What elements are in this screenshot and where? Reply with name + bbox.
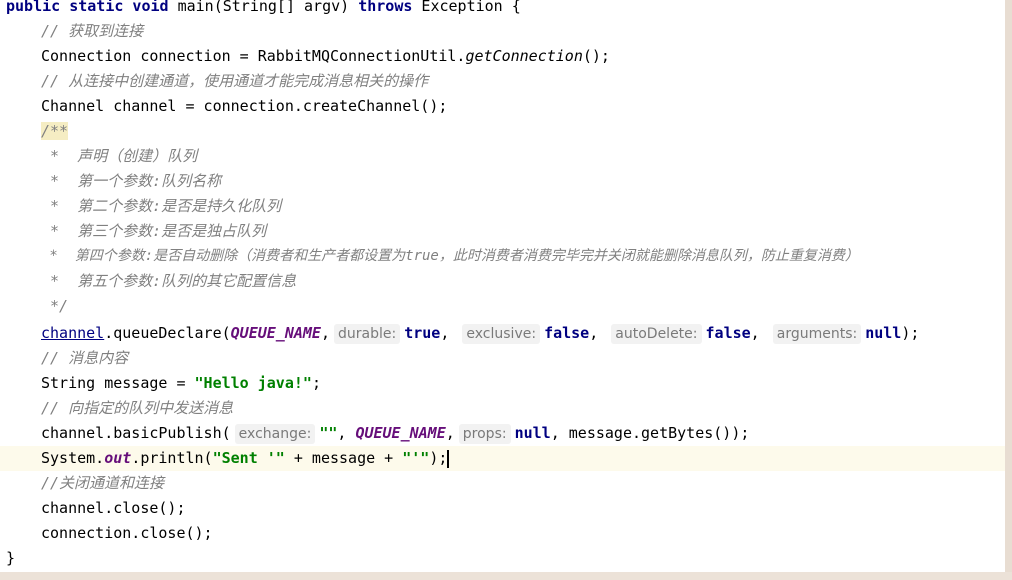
code-line-javadoc-start: /** [41, 119, 1005, 144]
comment-text: //关闭通道和连接 [41, 474, 165, 492]
code-line-comment: // 获取到连接 [41, 19, 1005, 44]
code-editor[interactable]: public static void main(String[] argv) t… [0, 0, 1005, 572]
code-line-create-channel: Channel channel = connection.createChann… [41, 94, 1005, 119]
comment-text: /** [41, 122, 69, 140]
code-line-get-connection: Connection connection = RabbitMQConnecti… [41, 44, 1005, 69]
bottom-edge-background [0, 572, 1012, 580]
keyword: public static void [6, 0, 169, 15]
code-line-println-current[interactable]: System.out.println("Sent '" + message + … [0, 446, 1005, 471]
comment-text: // 从连接中创建通道，使用通道才能完成消息相关的操作 [41, 72, 429, 90]
literal-value: null [865, 324, 902, 342]
comment-text: // 消息内容 [41, 349, 129, 367]
code-text: main(String[] argv) [168, 0, 359, 15]
literal-value: true [404, 324, 441, 342]
code-line-javadoc: * 声明（创建）队列 [41, 144, 1005, 169]
parameter-hint-props: props: [458, 424, 511, 444]
code-line-queue-declare: channel.queueDeclare(QUEUE_NAME, durable:… [41, 324, 920, 344]
literal-value: false [544, 324, 590, 342]
string-literal: "'" [402, 449, 430, 467]
static-method-name: getConnection [465, 47, 583, 65]
code-line-method-signature: public static void main(String[] argv) t… [6, 0, 1005, 19]
code-text: System. [41, 449, 105, 467]
literal-value: false [705, 324, 751, 342]
code-text: (); [582, 47, 610, 65]
comment-text: // 获取到连接 [41, 22, 144, 40]
variable-reference[interactable]: channel [41, 324, 104, 342]
code-line-connection-close: connection.close(); [41, 521, 1005, 546]
code-line-comment: // 从连接中创建通道，使用通道才能完成消息相关的操作 [41, 69, 1005, 94]
code-line-javadoc: * 第二个参数:是否是持久化队列 [41, 194, 1005, 219]
code-line-closing-brace: } [6, 546, 1005, 571]
code-text: channel.close(); [41, 499, 186, 517]
code-line-javadoc: * 第四个参数:是否自动删除（消费者和生产者都设置为true，此时消费者消费完毕… [41, 244, 1005, 269]
code-text: channel.basicPublish( [41, 424, 231, 442]
comment-text: * 声明（创建）队列 [41, 147, 198, 165]
literal-value: null [514, 424, 551, 442]
parameter-hint-exclusive: exclusive: [462, 324, 541, 344]
code-text: ; [311, 374, 321, 392]
comment-text: * 第五个参数:队列的其它配置信息 [41, 272, 297, 290]
code-text: String message = [41, 374, 195, 392]
string-literal: "" [319, 424, 338, 442]
comment-text: * 第三个参数:是否是独占队列 [41, 222, 267, 240]
parameter-hint-exchange: exchange: [234, 424, 316, 444]
code-line-channel-close: channel.close(); [41, 496, 1005, 521]
code-text: Exception { [412, 0, 521, 15]
right-edge-background [1005, 0, 1012, 580]
text-caret [447, 449, 450, 468]
code-text: , [320, 324, 330, 342]
keyword: throws [358, 0, 413, 15]
code-text: + message + [284, 449, 403, 467]
parameter-hint-autodelete: autoDelete: [611, 324, 702, 344]
code-line-basic-publish: channel.basicPublish(exchange: "", QUEUE_… [41, 421, 1005, 446]
string-literal: "Hello java!" [194, 374, 312, 392]
code-line-comment: // 向指定的队列中发送消息 [41, 396, 1005, 421]
code-text: } [6, 549, 16, 567]
code-text: , [445, 424, 455, 442]
code-text: .queueDeclare( [104, 324, 231, 342]
static-field: out [104, 449, 132, 467]
code-text: connection.close(); [41, 524, 213, 542]
constant-name: QUEUE_NAME [355, 424, 446, 442]
code-line-javadoc: * 第五个参数:队列的其它配置信息 [41, 269, 1005, 294]
code-line-javadoc: * 第三个参数:是否是独占队列 [41, 219, 1005, 244]
code-line-comment: //关闭通道和连接 [41, 471, 1005, 496]
code-text: Channel channel = connection.createChann… [41, 97, 448, 115]
parameter-hint-durable: durable: [334, 324, 401, 344]
code-line-javadoc: * 第一个参数:队列名称 [41, 169, 1005, 194]
code-line-comment: // 消息内容 [41, 346, 1005, 371]
code-text: Connection connection = RabbitMQConnecti… [41, 47, 466, 65]
code-line-message: String message = "Hello java!"; [41, 371, 1005, 396]
code-text: , message.getBytes()); [550, 424, 750, 442]
code-text: ); [901, 324, 920, 342]
code-text: ); [429, 449, 448, 467]
code-text: , [337, 424, 347, 442]
comment-text: */ [41, 297, 69, 315]
comment-text: * 第一个参数:队列名称 [41, 172, 222, 190]
constant-name: QUEUE_NAME [230, 324, 321, 342]
string-literal: "Sent '" [212, 449, 285, 467]
comment-text: * 第四个参数:是否自动删除（消费者和生产者都设置为true，此时消费者消费完毕… [41, 248, 859, 264]
code-line-javadoc-end: */ [41, 294, 1005, 319]
comment-text: * 第二个参数:是否是持久化队列 [41, 197, 282, 215]
code-text: .println( [131, 449, 213, 467]
parameter-hint-arguments: arguments: [772, 324, 862, 344]
comment-text: // 向指定的队列中发送消息 [41, 399, 234, 417]
